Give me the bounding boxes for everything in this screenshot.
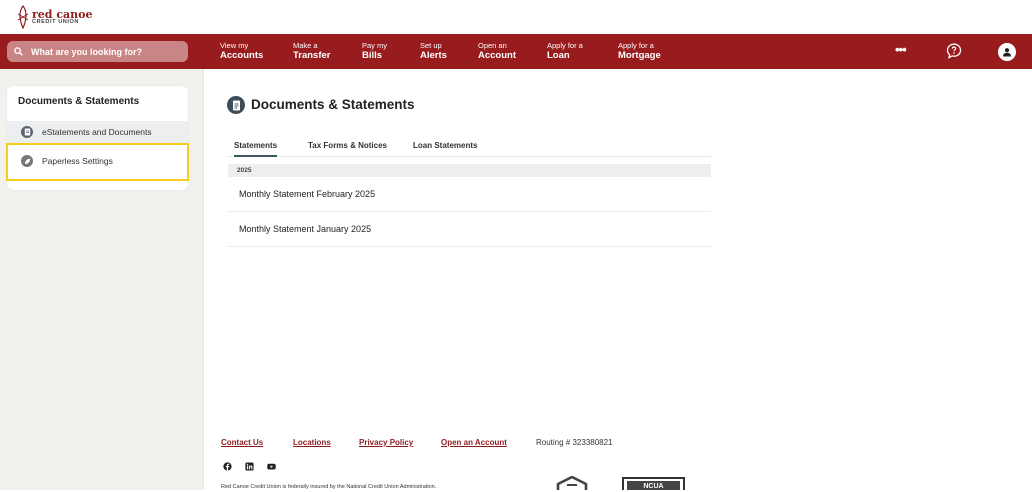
nav-label-small: Pay my: [362, 41, 388, 50]
nav-label-big: Account: [478, 49, 516, 61]
youtube-icon[interactable]: [267, 462, 276, 471]
main-nav: What are you looking for? View my Accoun…: [0, 34, 1032, 69]
nav-label-big: Bills: [362, 49, 383, 61]
tab-loan-statements[interactable]: Loan Statements: [413, 141, 477, 157]
canoe-logo-icon: [17, 5, 29, 29]
nav-label-big: Alerts: [420, 49, 447, 61]
facebook-icon[interactable]: [223, 462, 232, 471]
routing-number: Routing # 323380821: [536, 438, 613, 447]
nav-set-up-alerts[interactable]: Set up Alerts: [420, 42, 447, 60]
statement-label: Monthly Statement February 2025: [239, 189, 376, 199]
statement-row-jan-2025[interactable]: Monthly Statement January 2025: [228, 212, 711, 247]
nav-open-account[interactable]: Open an Account: [478, 42, 516, 60]
nav-label-small: Open an: [478, 41, 507, 50]
sidebar-item-label: eStatements and Documents: [42, 127, 152, 137]
paperless-settings-highlight: [6, 143, 189, 181]
nav-label-small: Apply for a: [618, 41, 654, 50]
nav-apply-loan[interactable]: Apply for a Loan: [547, 42, 583, 60]
nav-make-transfer[interactable]: Make a Transfer: [293, 42, 331, 60]
logo-bar: red canoe CREDIT UNION: [0, 0, 1032, 34]
sidebar-title: Documents & Statements: [18, 96, 140, 107]
year-header: 2025: [228, 164, 711, 177]
footer-locations-link[interactable]: Locations: [293, 438, 331, 447]
page-title: Documents & Statements: [251, 97, 415, 112]
nav-pay-bills[interactable]: Pay my Bills: [362, 42, 387, 60]
ncua-logo-text: NCUA: [627, 481, 680, 490]
footer-contact-us-link[interactable]: Contact Us: [221, 438, 263, 447]
nav-label-small: Make a: [293, 41, 318, 50]
nav-label-small: Set up: [420, 41, 442, 50]
tab-statements[interactable]: Statements: [234, 141, 278, 157]
nav-label-small: View my: [220, 41, 249, 50]
nav-label-big: Transfer: [293, 49, 331, 61]
statement-row-feb-2025[interactable]: Monthly Statement February 2025: [228, 177, 711, 212]
sidebar-item-estatements[interactable]: eStatements and Documents: [7, 121, 188, 143]
tab-tax-forms-notices[interactable]: Tax Forms & Notices: [308, 141, 387, 157]
nav-apply-mortgage[interactable]: Apply for a Mortgage: [618, 42, 661, 60]
help-chat-icon[interactable]: [946, 43, 962, 64]
document-icon: [21, 126, 33, 138]
more-menu-icon[interactable]: •••: [895, 42, 907, 57]
ncua-logo: NCUA: [622, 477, 685, 490]
nav-view-accounts[interactable]: View my Accounts: [220, 42, 263, 60]
equal-housing-logo-icon: [556, 476, 588, 490]
statements-page-icon: [227, 96, 245, 114]
nav-label-small: Apply for a: [547, 41, 583, 50]
nav-label-big: Mortgage: [618, 49, 661, 61]
profile-avatar-icon[interactable]: [998, 43, 1016, 61]
nav-label-big: Accounts: [220, 49, 264, 61]
brand-subtitle: CREDIT UNION: [32, 18, 79, 25]
statement-tabs: Statements Tax Forms & Notices Loan Stat…: [227, 139, 711, 157]
statement-label: Monthly Statement January 2025: [239, 224, 372, 234]
search-input[interactable]: What are you looking for?: [7, 41, 188, 62]
ncua-insured-disclaimer: Red Canoe Credit Union is federally insu…: [221, 484, 437, 490]
brand-logo[interactable]: red canoe CREDIT UNION: [16, 4, 92, 30]
search-placeholder: What are you looking for?: [31, 46, 143, 57]
linkedin-icon[interactable]: [245, 462, 254, 471]
footer-privacy-policy-link[interactable]: Privacy Policy: [359, 438, 413, 447]
search-icon: [14, 47, 23, 56]
nav-label-big: Loan: [547, 49, 570, 61]
footer-open-account-link[interactable]: Open an Account: [441, 438, 507, 447]
